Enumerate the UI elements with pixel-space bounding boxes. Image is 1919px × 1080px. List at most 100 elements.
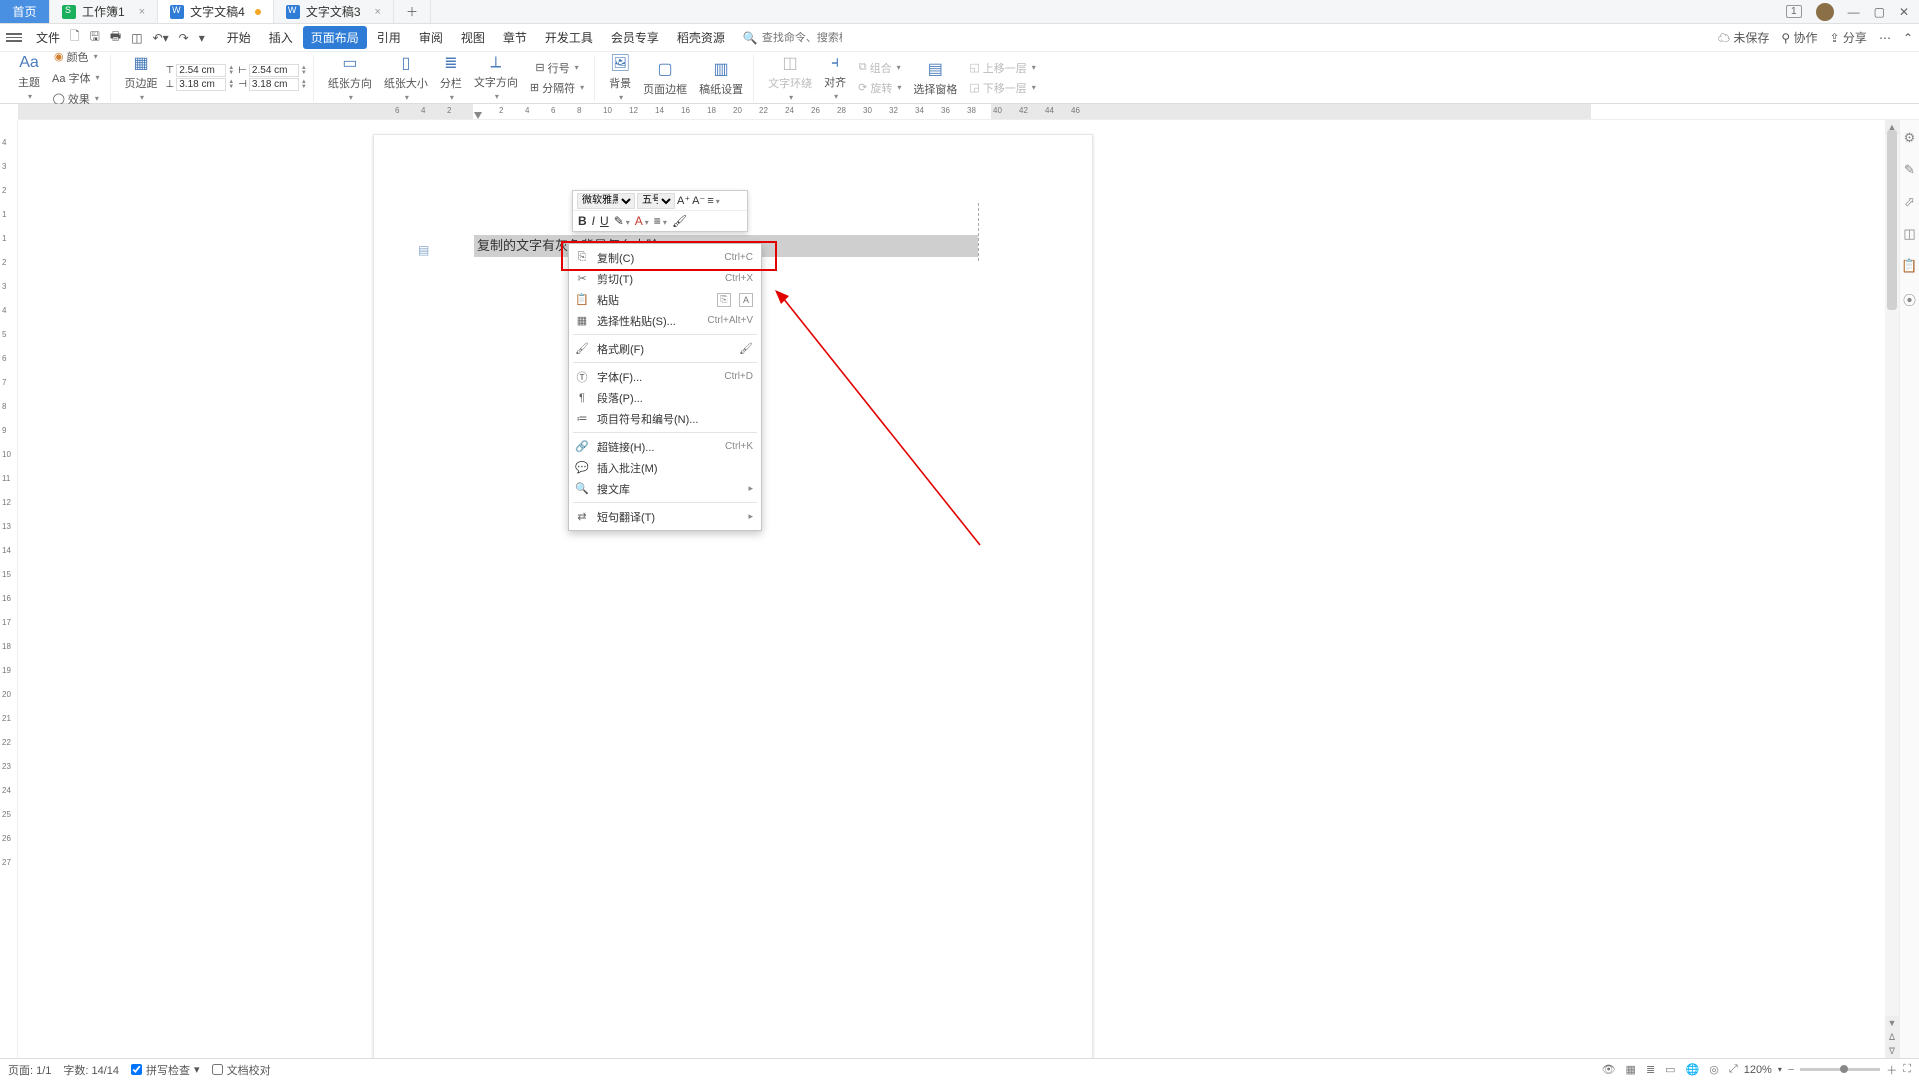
- margin-left-input[interactable]: 2.54 cm: [249, 64, 299, 77]
- spellcheck-checkbox[interactable]: [131, 1064, 142, 1075]
- menu-devtools[interactable]: 开发工具: [537, 26, 601, 49]
- spinner-icon[interactable]: ▲▼: [228, 80, 234, 90]
- margin-right-input[interactable]: 3.18 cm: [249, 78, 299, 91]
- shrink-font-icon[interactable]: A⁻: [692, 194, 705, 207]
- horizontal-ruler[interactable]: 6422468101214161820222426283032343638404…: [18, 104, 1919, 120]
- status-spellcheck[interactable]: 拼写检查 ▾: [131, 1062, 200, 1078]
- tab-doc3[interactable]: 文字文稿3 ×: [274, 0, 394, 23]
- qat-print-icon[interactable]: 🖶: [110, 27, 121, 48]
- zoom-fit-icon[interactable]: ⤢: [1729, 1063, 1738, 1076]
- font-color-icon[interactable]: A: [635, 214, 649, 228]
- view-focus-icon[interactable]: ◎: [1709, 1063, 1719, 1076]
- view-eye-icon[interactable]: 👁: [1602, 1063, 1616, 1076]
- ctx-hyperlink[interactable]: 🔗超链接(H)...Ctrl+K: [569, 436, 761, 457]
- page-down-icon[interactable]: ᐁ: [1885, 1044, 1899, 1058]
- columns-button[interactable]: ≣分栏: [436, 51, 466, 104]
- sidebar-clipboard-icon[interactable]: 📋: [1901, 258, 1917, 274]
- menu-review[interactable]: 审阅: [411, 26, 451, 49]
- view-print-icon[interactable]: ▦: [1626, 1063, 1636, 1076]
- view-outline-icon[interactable]: ≣: [1646, 1063, 1655, 1076]
- paste-text-icon[interactable]: A: [739, 293, 753, 307]
- scroll-thumb[interactable]: [1887, 130, 1897, 310]
- align-button[interactable]: ⫞对齐: [820, 52, 850, 103]
- zoom-slider-handle[interactable]: [1840, 1065, 1848, 1073]
- ctx-font[interactable]: Ⓣ字体(F)...Ctrl+D: [569, 366, 761, 387]
- menu-start[interactable]: 开始: [219, 26, 259, 49]
- format-painter-plus-icon[interactable]: 🖌: [739, 342, 753, 355]
- menu-vip[interactable]: 会员专享: [603, 26, 667, 49]
- ctx-bullets[interactable]: ≔项目符号和编号(N)...: [569, 408, 761, 429]
- zoom-in-icon[interactable]: ＋: [1886, 1062, 1897, 1078]
- close-icon[interactable]: ×: [375, 6, 381, 18]
- menu-references[interactable]: 引用: [369, 26, 409, 49]
- collab-button[interactable]: ⚲ 协作: [1781, 29, 1817, 46]
- theme-color-button[interactable]: ◉颜色: [48, 47, 104, 67]
- ctx-cut[interactable]: ✂剪切(T)Ctrl+X: [569, 268, 761, 289]
- menu-docer[interactable]: 稻壳资源: [669, 26, 733, 49]
- collapse-ribbon-icon[interactable]: ⌃: [1903, 31, 1913, 45]
- background-button[interactable]: 🖼背景: [605, 51, 635, 104]
- paper-settings-button[interactable]: ▥稿纸设置: [695, 57, 747, 99]
- avatar[interactable]: [1816, 3, 1834, 21]
- selection-pane-button[interactable]: ▤选择窗格: [909, 57, 961, 99]
- line-spacing-icon[interactable]: ≡: [707, 195, 719, 207]
- vertical-scrollbar[interactable]: ▲ ▼ ᐃ ᐁ: [1885, 120, 1899, 1058]
- paragraph-handle-icon[interactable]: ▤: [418, 243, 432, 257]
- grow-font-icon[interactable]: A⁺: [677, 194, 690, 207]
- qat-save-icon[interactable]: 🖫: [90, 27, 100, 48]
- unsaved-indicator[interactable]: ☁ 未保存: [1718, 29, 1769, 46]
- maximize-icon[interactable]: ▢: [1874, 5, 1885, 19]
- zoom-value[interactable]: 120%: [1744, 1064, 1772, 1076]
- paste-option-icon[interactable]: ⎘: [717, 293, 731, 307]
- italic-icon[interactable]: I: [592, 214, 595, 228]
- qat-preview-icon[interactable]: ◫: [131, 31, 142, 45]
- format-painter-icon[interactable]: 🖌: [672, 214, 687, 228]
- ctx-copy[interactable]: ⎘复制(C)Ctrl+C: [569, 247, 761, 268]
- command-search-input[interactable]: [762, 32, 842, 44]
- align-icon[interactable]: ≡: [654, 214, 667, 228]
- proofread-checkbox[interactable]: [212, 1064, 223, 1075]
- theme-font-button[interactable]: Aa 字体: [48, 68, 104, 88]
- bold-icon[interactable]: B: [578, 214, 587, 228]
- ctx-format-painter[interactable]: 🖌格式刷(F)🖌: [569, 338, 761, 359]
- view-read-icon[interactable]: ▭: [1665, 1063, 1675, 1076]
- page-border-button[interactable]: ▢页面边框: [639, 57, 691, 99]
- document-canvas[interactable]: ▤ 复制的文字有灰色背景怎么去除: [18, 120, 1899, 1058]
- qat-new-icon[interactable]: 🗋: [70, 27, 80, 48]
- ctx-comment[interactable]: 💬插入批注(M): [569, 457, 761, 478]
- sidebar-select-icon[interactable]: ⬀: [1904, 194, 1915, 210]
- spinner-icon[interactable]: ▲▼: [228, 66, 234, 76]
- close-icon[interactable]: ×: [139, 6, 145, 18]
- sidebar-pin-icon[interactable]: ⦿: [1903, 290, 1916, 309]
- qat-redo-icon[interactable]: ↷: [179, 31, 189, 45]
- menu-section[interactable]: 章节: [495, 26, 535, 49]
- ctx-search-lib[interactable]: 🔍搜文库▸: [569, 478, 761, 499]
- menu-insert[interactable]: 插入: [261, 26, 301, 49]
- spinner-icon[interactable]: ▲▼: [301, 66, 307, 76]
- status-proofread[interactable]: 文档校对: [212, 1062, 271, 1078]
- margin-bottom-input[interactable]: 3.18 cm: [176, 78, 226, 91]
- fullscreen-icon[interactable]: ⛶: [1903, 1063, 1911, 1076]
- tab-new[interactable]: ＋: [394, 0, 431, 23]
- sidebar-shapes-icon[interactable]: ◫: [1903, 226, 1915, 242]
- line-numbers-button[interactable]: ⊟行号: [526, 58, 588, 78]
- orientation-button[interactable]: ▭纸张方向: [324, 51, 376, 104]
- sidebar-pen-icon[interactable]: ✎: [1904, 162, 1915, 178]
- hamburger-icon[interactable]: [6, 33, 22, 42]
- close-window-icon[interactable]: ✕: [1899, 5, 1909, 19]
- mini-font-select[interactable]: 微软雅黑: [577, 193, 635, 209]
- text-direction-button[interactable]: ⟂文字方向: [470, 52, 522, 103]
- ctx-paragraph[interactable]: ¶段落(P)...: [569, 387, 761, 408]
- qat-undo-icon[interactable]: ↶▾: [153, 31, 169, 45]
- breaks-button[interactable]: ⊞分隔符: [526, 78, 588, 98]
- tab-home[interactable]: 首页: [0, 0, 50, 23]
- margin-top-input[interactable]: 2.54 cm: [176, 64, 226, 77]
- share-button[interactable]: ⇪ 分享: [1830, 29, 1867, 46]
- theme-button[interactable]: Aa主题: [14, 52, 44, 103]
- status-page[interactable]: 页面: 1/1: [8, 1062, 51, 1078]
- underline-icon[interactable]: U: [600, 214, 609, 228]
- ctx-translate[interactable]: ⇄短句翻译(T)▸: [569, 506, 761, 527]
- margins-button[interactable]: ▦页边距: [121, 51, 162, 104]
- ctx-paste-special[interactable]: ▦选择性粘贴(S)...Ctrl+Alt+V: [569, 310, 761, 331]
- notify-badge[interactable]: 1: [1786, 5, 1802, 18]
